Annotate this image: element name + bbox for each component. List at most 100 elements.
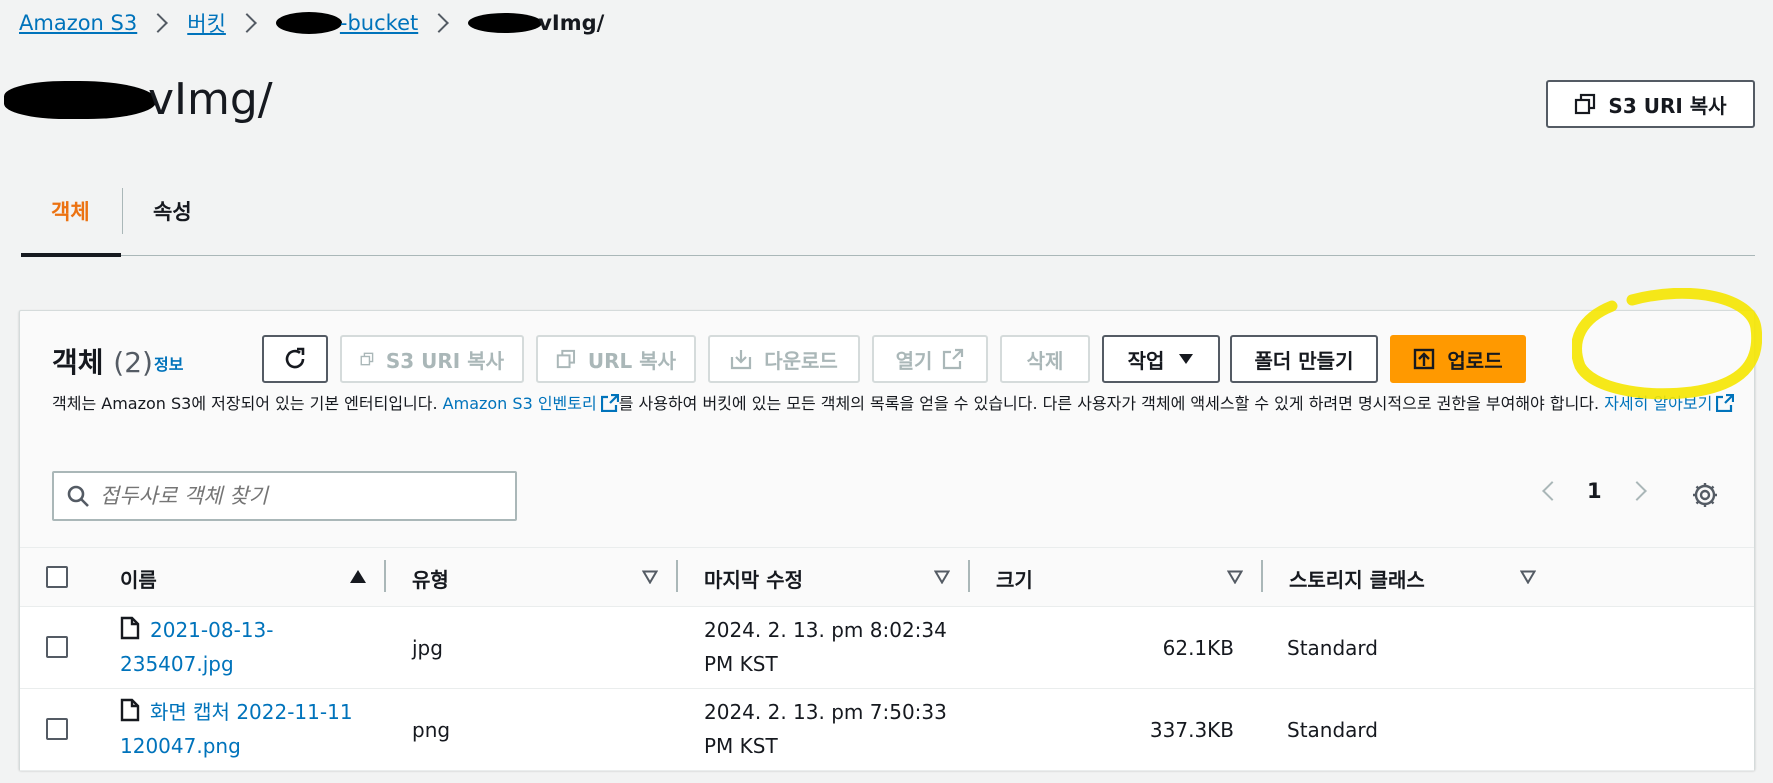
- copy-icon: [556, 349, 576, 369]
- object-link-line2[interactable]: 120047.png: [120, 734, 241, 758]
- breadcrumb-bucket[interactable]: -bucket: [340, 11, 418, 35]
- refresh-icon: [285, 347, 305, 369]
- refresh-button[interactable]: [262, 335, 328, 383]
- copy-url-button[interactable]: URL 복사: [536, 335, 696, 383]
- caret-down-icon: [1179, 354, 1194, 364]
- copy-url-label: URL 복사: [587, 348, 676, 373]
- objects-panel-title: 객체 (2): [52, 341, 153, 381]
- current-page[interactable]: 1: [1587, 479, 1602, 503]
- object-type-cell: jpg: [412, 636, 443, 660]
- copy-s3-uri-toolbar-label: S3 URI 복사: [385, 348, 504, 373]
- file-icon: [120, 698, 140, 722]
- sort-icon[interactable]: [1520, 570, 1536, 584]
- column-divider: [968, 560, 970, 592]
- object-link[interactable]: 화면 캡처 2022-11-11: [150, 700, 353, 724]
- objects-count: (2): [113, 346, 153, 379]
- file-icon: [120, 616, 140, 640]
- redaction-mark: [4, 80, 156, 119]
- object-modified-cell: 2024. 2. 13. pm 7:50:33 PM KST: [704, 695, 947, 763]
- info-link[interactable]: 정보: [154, 351, 183, 375]
- upload-icon: [1414, 348, 1435, 370]
- actions-dropdown[interactable]: 작업: [1102, 335, 1220, 383]
- copy-s3-uri-label: S3 URI 복사: [1608, 93, 1727, 118]
- object-size-cell: 62.1KB: [1162, 636, 1234, 660]
- delete-button[interactable]: 삭제: [1000, 335, 1090, 383]
- breadcrumb-buckets[interactable]: 버킷: [187, 8, 226, 38]
- objects-panel: 객체 (2) 정보 S3 URI 복사 URL 복사 다운로드 열기 삭제 작업…: [19, 310, 1755, 771]
- sort-ascending-icon[interactable]: [350, 570, 366, 583]
- object-modified-cell: 2024. 2. 13. pm 8:02:34 PM KST: [704, 613, 947, 681]
- copy-s3-uri-button[interactable]: S3 URI 복사: [1546, 80, 1755, 128]
- chevron-right-icon: [148, 13, 169, 33]
- tab-bar: 객체 속성: [21, 170, 1755, 257]
- active-tab-indicator: [21, 253, 121, 257]
- create-folder-label: 폴더 만들기: [1254, 348, 1354, 373]
- inventory-link[interactable]: Amazon S3 인벤토리: [443, 394, 597, 413]
- column-header-size[interactable]: 크기: [996, 564, 1033, 593]
- row-checkbox[interactable]: [46, 636, 68, 658]
- upload-button[interactable]: 업로드: [1390, 335, 1526, 383]
- table-header: 이름 유형 마지막 수정 크기 스토리지 클래스: [20, 547, 1754, 607]
- pagination: 1: [1542, 479, 1647, 503]
- object-name-cell: 2021-08-13- 235407.jpg: [120, 613, 273, 681]
- tab-properties[interactable]: 속성: [153, 196, 192, 226]
- create-folder-button[interactable]: 폴더 만들기: [1230, 335, 1378, 383]
- breadcrumb-amazon-s3[interactable]: Amazon S3: [19, 11, 137, 35]
- modified-timezone: PM KST: [704, 652, 778, 676]
- breadcrumb-current-folder: vImg/: [538, 11, 605, 35]
- chevron-right-icon: [236, 13, 257, 33]
- external-link-icon: [600, 394, 619, 412]
- object-storage-class-cell: Standard: [1287, 718, 1378, 742]
- description-text: 객체는 Amazon S3에 저장되어 있는 기본 엔터티입니다.: [52, 394, 443, 413]
- object-link-line2[interactable]: 235407.jpg: [120, 652, 234, 676]
- objects-description: 객체는 Amazon S3에 저장되어 있는 기본 엔터티입니다. Amazon…: [52, 391, 1742, 417]
- tab-objects[interactable]: 객체: [51, 196, 90, 226]
- chevron-left-icon[interactable]: [1542, 481, 1562, 501]
- learn-more-link[interactable]: 자세히 알아보기: [1604, 394, 1712, 413]
- column-header-name[interactable]: 이름: [120, 564, 157, 593]
- column-divider: [384, 560, 386, 592]
- open-label: 열기: [895, 348, 933, 373]
- object-size-cell: 337.3KB: [1149, 718, 1234, 742]
- modified-date: 2024. 2. 13. pm 7:50:33: [704, 700, 947, 724]
- table-row: 화면 캡처 2022-11-11 120047.png png 2024. 2. …: [20, 689, 1754, 771]
- column-header-storage-class[interactable]: 스토리지 클래스: [1289, 564, 1425, 593]
- object-link[interactable]: 2021-08-13-: [150, 618, 273, 642]
- tab-divider: [122, 188, 123, 234]
- actions-label: 작업: [1127, 348, 1165, 373]
- search-input[interactable]: [100, 484, 500, 508]
- row-checkbox[interactable]: [46, 718, 68, 740]
- column-divider: [676, 560, 678, 592]
- gear-icon[interactable]: [1691, 481, 1719, 509]
- modified-date: 2024. 2. 13. pm 8:02:34: [704, 618, 947, 642]
- copy-s3-uri-toolbar-button[interactable]: S3 URI 복사: [340, 335, 524, 383]
- chevron-right-icon[interactable]: [1626, 481, 1647, 501]
- redaction-mark: [468, 13, 543, 33]
- sort-icon[interactable]: [1227, 570, 1243, 584]
- external-link-icon: [943, 348, 964, 370]
- select-all-checkbox[interactable]: [46, 566, 68, 588]
- sort-icon[interactable]: [642, 570, 658, 584]
- page-title-text: vImg/: [148, 74, 273, 125]
- delete-label: 삭제: [1026, 348, 1064, 373]
- download-label: 다운로드: [764, 348, 838, 373]
- page-title: vImg/: [4, 74, 273, 125]
- objects-title-text: 객체: [52, 346, 104, 379]
- sort-icon[interactable]: [934, 570, 950, 584]
- breadcrumb: Amazon S3 버킷 -bucket vImg/: [19, 8, 604, 38]
- copy-icon: [360, 352, 374, 366]
- table-row: 2021-08-13- 235407.jpg jpg 2024. 2. 13. p…: [20, 607, 1754, 689]
- search-box: [52, 471, 517, 521]
- search-icon: [67, 485, 89, 507]
- chevron-right-icon: [429, 13, 450, 33]
- object-name-cell: 화면 캡처 2022-11-11 120047.png: [120, 695, 353, 763]
- column-header-type[interactable]: 유형: [412, 564, 449, 593]
- external-link-icon: [1716, 394, 1735, 412]
- download-button[interactable]: 다운로드: [708, 335, 860, 383]
- object-storage-class-cell: Standard: [1287, 636, 1378, 660]
- upload-label: 업로드: [1447, 348, 1503, 373]
- column-divider: [1261, 560, 1263, 592]
- objects-table: 이름 유형 마지막 수정 크기 스토리지 클래스 2021-08-13- 2354…: [20, 547, 1754, 771]
- open-button[interactable]: 열기: [872, 335, 988, 383]
- column-header-last-modified[interactable]: 마지막 수정: [704, 564, 803, 593]
